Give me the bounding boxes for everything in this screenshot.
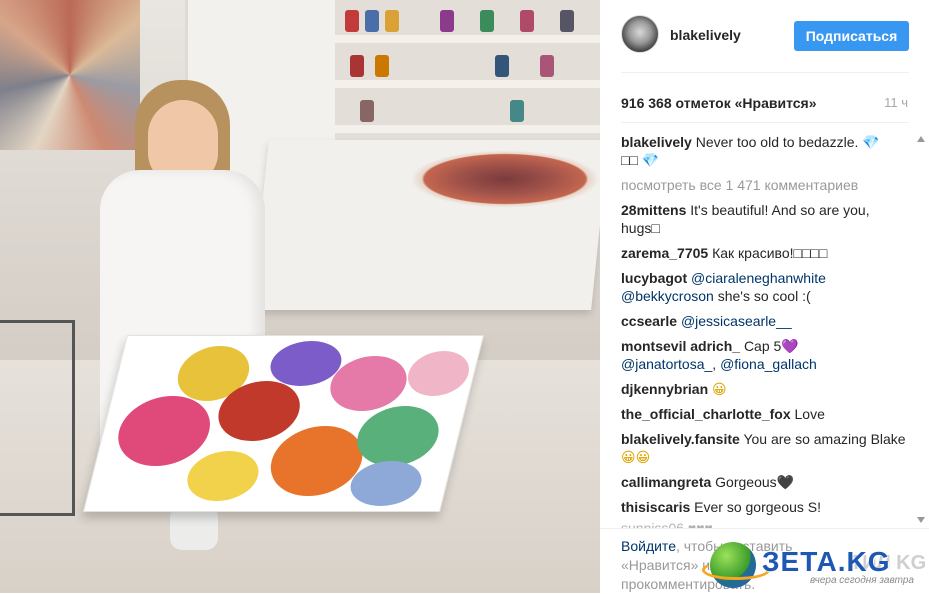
comment-author[interactable]: montsevil adrich_ <box>621 338 740 354</box>
smile-icon: 😀 <box>712 381 727 397</box>
shelf-board <box>335 80 600 88</box>
scroll-down-arrow-icon[interactable] <box>917 517 925 523</box>
comment-text: Love <box>794 406 825 422</box>
likes-count[interactable]: 916 368 отметок «Нравится» <box>621 95 817 111</box>
comment-text: Ever so gorgeous S! <box>694 499 822 515</box>
scroll-up-arrow-icon[interactable] <box>917 136 925 142</box>
comment-author[interactable]: zarema_7705 <box>621 245 708 261</box>
comment-text: Gorgeous <box>715 474 777 490</box>
jar <box>350 55 364 77</box>
login-link[interactable]: Войдите <box>621 538 676 554</box>
username-link[interactable]: blakelively <box>670 27 741 43</box>
comment-author[interactable]: djkennybrian <box>621 381 708 397</box>
jar <box>560 10 574 32</box>
jar <box>540 55 554 77</box>
divider <box>621 72 909 73</box>
mention-link[interactable]: @fiona_gallach <box>720 356 817 372</box>
mandala-artwork <box>410 150 600 208</box>
comment-text: Как красиво!□□□□ <box>712 245 828 261</box>
watermark-brand: ЗЕТА.KG <box>762 546 891 577</box>
metal-cart <box>0 320 75 516</box>
jar <box>365 10 379 32</box>
shelf-board <box>335 125 600 133</box>
jar <box>480 10 494 32</box>
comment-text: □□ <box>621 152 638 168</box>
comment-item: lucybagot @ciaraleneghanwhite @bekkycros… <box>621 269 906 305</box>
comment-text: Cap 5 <box>743 338 782 354</box>
paint-blob <box>181 451 265 501</box>
comment-item: callimangreta Gorgeous🖤 <box>621 473 906 491</box>
comment-author[interactable]: 28mittens <box>621 202 686 218</box>
mention-link[interactable]: @ciaraleneghanwhite <box>691 270 826 286</box>
comment-author[interactable]: ccsearle <box>621 313 677 329</box>
mention-link[interactable]: @janatortosa_ <box>621 356 712 372</box>
jar <box>520 10 534 32</box>
comment-author[interactable]: lucybagot <box>621 270 687 286</box>
comment-author[interactable]: thisiscaris <box>621 499 690 515</box>
follow-button[interactable]: Подписаться <box>794 21 909 51</box>
mention-link[interactable]: @jessicasearle__ <box>681 313 792 329</box>
orbit-ring-icon <box>702 560 770 580</box>
smile-icon: 😀😀 <box>621 449 651 465</box>
watermark-logo: ТИЛ KG ЗЕТА.KG вчера сегодня завтра <box>702 538 929 593</box>
jar <box>440 10 454 32</box>
comment-item: montsevil adrich_ Cap 5💜 @janatortosa_, … <box>621 338 817 372</box>
purple-heart-icon: 💜 <box>781 338 799 354</box>
comment-author[interactable]: blakelively <box>621 134 692 150</box>
comment-text: Never too old to bedazzle. <box>695 134 859 150</box>
comment-item: blakelively.fansite You are so amazing B… <box>621 430 906 466</box>
comment-author[interactable]: callimangreta <box>621 474 711 490</box>
black-heart-icon: 🖤 <box>776 474 795 490</box>
comment-item: 28mittens It's beautiful! And so are you… <box>621 201 906 237</box>
bedazzled-canvas <box>82 335 485 512</box>
comment-item: thisiscaris Ever so gorgeous S! <box>621 498 906 516</box>
jar <box>495 55 509 77</box>
jar <box>345 10 359 32</box>
jar <box>375 55 389 77</box>
shelf-board <box>335 35 600 43</box>
post-photo[interactable] <box>0 0 600 593</box>
jar <box>385 10 399 32</box>
comments-list: blakelively Never too old to bedazzle. 💎… <box>621 133 906 523</box>
comment-item: ccsearle @jessicasearle__ <box>621 312 906 330</box>
comment-item: djkennybrian 😀 <box>621 380 906 398</box>
comment-author[interactable]: the_official_charlotte_fox <box>621 406 791 422</box>
comment-author[interactable]: blakelively.fansite <box>621 431 740 447</box>
comment-item: zarema_7705 Как красиво!□□□□ <box>621 244 906 262</box>
paint-blob <box>350 406 446 466</box>
post-header: blakelively Подписаться <box>600 0 929 72</box>
comment-item: the_official_charlotte_fox Love <box>621 405 906 423</box>
comment-text: she's so cool :( <box>717 288 811 304</box>
caption: blakelively Never too old to bedazzle. 💎… <box>621 133 906 169</box>
paint-blob <box>110 396 218 466</box>
paint-blob <box>402 351 475 396</box>
jar <box>510 100 524 122</box>
view-all-comments-link[interactable]: посмотреть все 1 471 комментариев <box>621 176 906 194</box>
jar <box>360 100 374 122</box>
post-time[interactable]: 11 ч <box>884 95 908 110</box>
divider <box>621 122 909 123</box>
diamond-icon: 💎 <box>641 152 660 168</box>
diamond-icon: 💎 <box>862 134 880 150</box>
watermark-tagline: вчера сегодня завтра <box>810 575 914 586</box>
avatar[interactable] <box>621 15 659 53</box>
comment-text: You are so amazing Blake <box>743 431 906 447</box>
mention-link[interactable]: @bekkycroson <box>621 288 714 304</box>
